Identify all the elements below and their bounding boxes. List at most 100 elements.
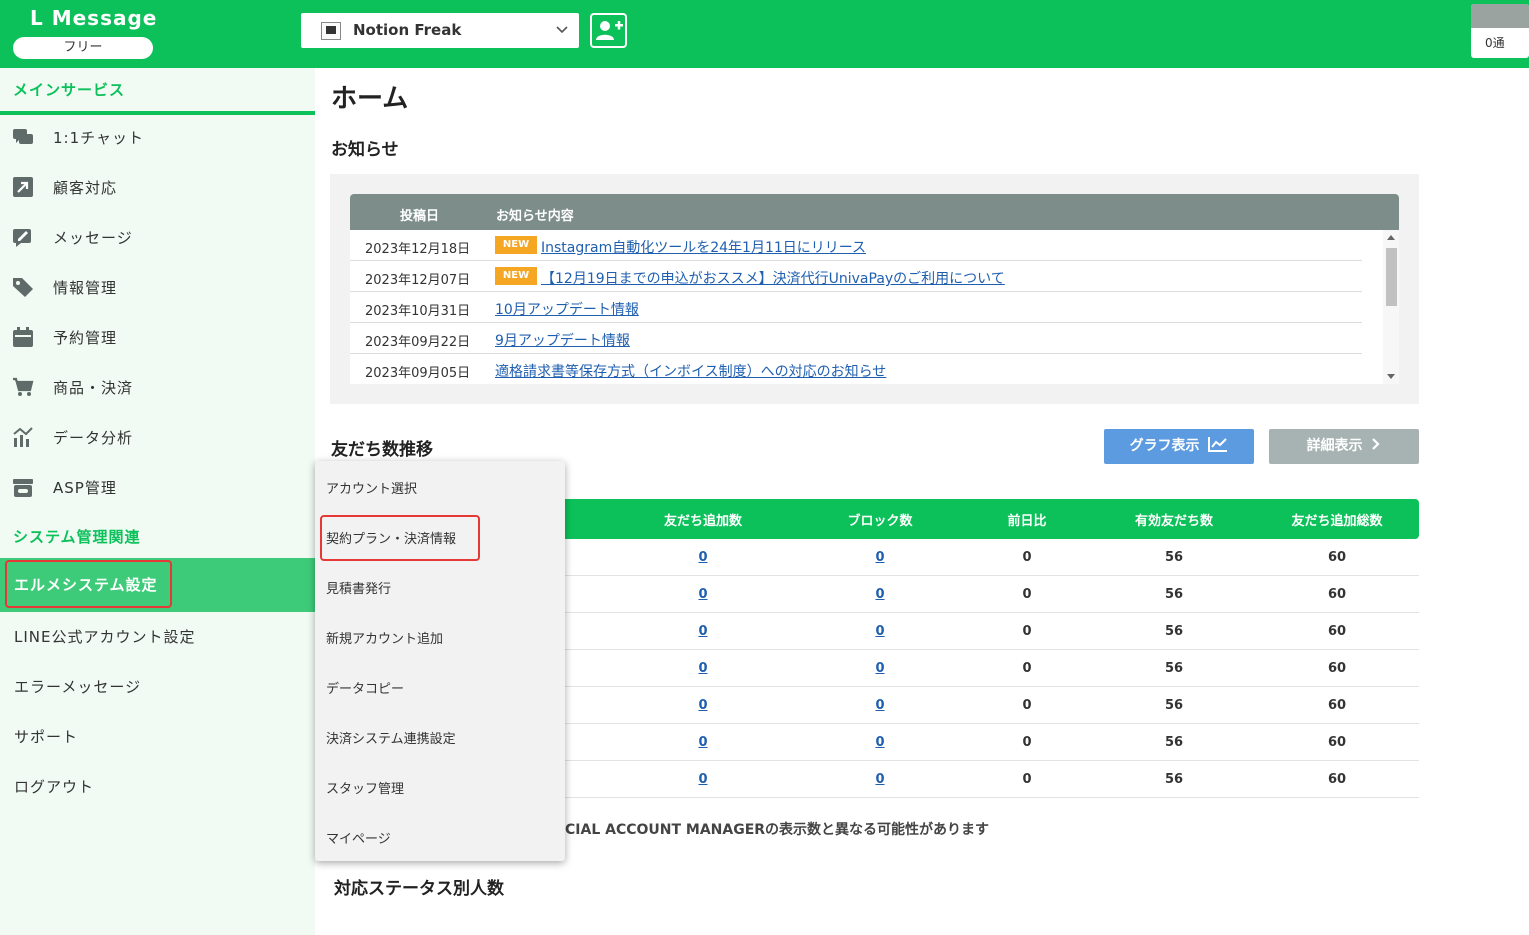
sidebar-item-label: 1:1チャット bbox=[53, 129, 144, 147]
menu-item-new-account[interactable]: 新規アカウント追加 bbox=[326, 628, 443, 647]
menu-item-account-select[interactable]: アカウント選択 bbox=[326, 478, 417, 497]
table-cell: 60 bbox=[1327, 550, 1347, 565]
add-account-button[interactable] bbox=[590, 13, 627, 48]
scroll-up-icon[interactable] bbox=[1387, 235, 1395, 240]
table-cell[interactable]: 0 bbox=[875, 735, 884, 750]
section-system: システム管理関連 bbox=[13, 528, 141, 546]
news-row: 2023年12月07日 NEW 【12月19日までの申込がおススメ】決済代行Un… bbox=[350, 261, 1362, 292]
sidebar-item-info[interactable]: 情報管理 bbox=[0, 263, 315, 313]
table-cell[interactable]: 0 bbox=[698, 624, 707, 639]
section-main-services: メインサービス bbox=[13, 81, 126, 99]
scroll-down-icon[interactable] bbox=[1387, 374, 1395, 379]
sidebar-item-label: ASP管理 bbox=[53, 479, 117, 497]
friends-section-title: 友だち数推移 bbox=[331, 440, 433, 460]
news-link[interactable]: 9月アップデート情報 bbox=[495, 330, 630, 350]
table-cell[interactable]: 0 bbox=[698, 587, 707, 602]
table-cell: 0 bbox=[1022, 661, 1032, 676]
news-row: 2023年10月31日 10月アップデート情報 bbox=[350, 292, 1362, 323]
table-cell: 60 bbox=[1327, 772, 1347, 787]
table-note: CIAL ACCOUNT MANAGERの表示数と異なる可能性があります bbox=[565, 822, 990, 838]
brand-logo[interactable]: L Message bbox=[30, 6, 157, 30]
sidebar-item-label: メッセージ bbox=[53, 229, 133, 247]
message-count: 0通 bbox=[1485, 36, 1505, 50]
news-link[interactable]: Instagram自動化ツールを24年1月11日にリリース bbox=[541, 237, 866, 257]
table-cell: 60 bbox=[1327, 624, 1347, 639]
table-cell[interactable]: 0 bbox=[698, 550, 707, 565]
table-cell[interactable]: 0 bbox=[875, 550, 884, 565]
news-section-title: お知らせ bbox=[331, 140, 399, 160]
table-cell: 0 bbox=[1022, 772, 1032, 787]
calendar-icon bbox=[13, 327, 33, 347]
sidebar-item-label: LINE公式アカウント設定 bbox=[14, 628, 196, 646]
page-title: ホーム bbox=[331, 84, 409, 114]
detail-view-label: 詳細表示 bbox=[1306, 438, 1363, 454]
news-row: 2023年12月18日 NEW Instagram自動化ツールを24年1月11日… bbox=[350, 230, 1362, 261]
sidebar-item-chat[interactable]: 1:1チャット bbox=[0, 113, 315, 163]
table-cell[interactable]: 0 bbox=[698, 698, 707, 713]
table-cell[interactable]: 0 bbox=[698, 772, 707, 787]
scroll-thumb[interactable] bbox=[1386, 248, 1397, 306]
table-cell[interactable]: 0 bbox=[698, 735, 707, 750]
sidebar-item-label: 商品・決済 bbox=[53, 379, 134, 397]
table-cell: 0 bbox=[1022, 735, 1032, 750]
menu-item-quote[interactable]: 見積書発行 bbox=[326, 578, 391, 597]
table-cell: 56 bbox=[1164, 698, 1184, 713]
menu-item-payment-integration[interactable]: 決済システム連携設定 bbox=[326, 728, 456, 747]
sidebar-item-error-messages[interactable]: エラーメッセージ bbox=[0, 662, 315, 712]
sidebar-item-label: 顧客対応 bbox=[53, 179, 118, 197]
table-cell: 56 bbox=[1164, 624, 1184, 639]
table-cell[interactable]: 0 bbox=[698, 661, 707, 676]
table-cell[interactable]: 0 bbox=[875, 698, 884, 713]
news-link[interactable]: 適格請求書等保存方式（インボイス制度）への対応のお知らせ bbox=[495, 361, 886, 381]
table-cell: 56 bbox=[1164, 587, 1184, 602]
detail-view-button[interactable]: 詳細表示 bbox=[1269, 429, 1419, 464]
table-cell[interactable]: 0 bbox=[875, 661, 884, 676]
table-cell[interactable]: 0 bbox=[875, 624, 884, 639]
add-user-icon bbox=[596, 21, 623, 40]
sidebar-item-label: 予約管理 bbox=[53, 329, 118, 347]
news-row: 2023年09月22日 9月アップデート情報 bbox=[350, 323, 1362, 354]
tag-icon bbox=[13, 278, 33, 297]
sidebar-item-customer[interactable]: 顧客対応 bbox=[0, 163, 315, 213]
sidebar-item-products[interactable]: 商品・決済 bbox=[0, 363, 315, 413]
arrow-up-right-icon bbox=[13, 177, 33, 197]
col-header-diff: 前日比 bbox=[1007, 514, 1047, 529]
table-cell: 56 bbox=[1164, 735, 1184, 750]
table-cell: 0 bbox=[1022, 698, 1032, 713]
news-link[interactable]: 【12月19日までの申込がおススメ】決済代行UnivaPayのご利用について bbox=[541, 268, 1005, 288]
sidebar-item-message[interactable]: メッセージ bbox=[0, 213, 315, 263]
table-cell[interactable]: 0 bbox=[875, 587, 884, 602]
menu-item-staff[interactable]: スタッフ管理 bbox=[326, 778, 404, 797]
account-select[interactable]: Notion Freak bbox=[301, 13, 579, 48]
new-badge: NEW bbox=[495, 267, 537, 285]
sidebar-item-analytics[interactable]: データ分析 bbox=[0, 413, 315, 463]
sidebar-item-support[interactable]: サポート bbox=[0, 712, 315, 762]
news-link[interactable]: 10月アップデート情報 bbox=[495, 299, 639, 319]
box-icon bbox=[13, 479, 33, 497]
menu-item-mypage[interactable]: マイページ bbox=[326, 828, 391, 847]
table-cell: 0 bbox=[1022, 587, 1032, 602]
news-list[interactable]: 2023年12月18日 NEW Instagram自動化ツールを24年1月11日… bbox=[350, 230, 1399, 384]
table-row: 0 0 0 56 60 bbox=[565, 650, 1419, 687]
sidebar-item-reservation[interactable]: 予約管理 bbox=[0, 313, 315, 363]
table-cell[interactable]: 0 bbox=[875, 772, 884, 787]
sidebar-item-logout[interactable]: ログアウト bbox=[0, 762, 315, 812]
news-date: 2023年09月22日 bbox=[365, 335, 471, 350]
sidebar-item-asp[interactable]: ASP管理 bbox=[0, 463, 315, 513]
graph-view-label: グラフ表示 bbox=[1129, 438, 1200, 454]
top-header: L Message フリー Notion Freak 0通 bbox=[0, 0, 1529, 68]
sidebar-item-label: ログアウト bbox=[14, 778, 95, 796]
sidebar-item-line-settings[interactable]: LINE公式アカウント設定 bbox=[0, 612, 315, 662]
col-header-total: 友だち追加総数 bbox=[1291, 514, 1383, 529]
sidebar-item-label: データ分析 bbox=[53, 429, 134, 447]
table-row: 0 0 0 56 60 bbox=[565, 761, 1419, 798]
col-header-added: 友だち追加数 bbox=[663, 514, 743, 529]
news-scrollbar[interactable] bbox=[1383, 230, 1399, 384]
table-cell: 0 bbox=[1022, 550, 1032, 565]
table-cell: 60 bbox=[1327, 735, 1347, 750]
plan-badge: フリー bbox=[13, 37, 153, 59]
table-cell: 56 bbox=[1164, 550, 1184, 565]
graph-view-button[interactable]: グラフ表示 bbox=[1104, 429, 1254, 464]
table-cell: 56 bbox=[1164, 772, 1184, 787]
menu-item-data-copy[interactable]: データコピー bbox=[326, 678, 404, 697]
